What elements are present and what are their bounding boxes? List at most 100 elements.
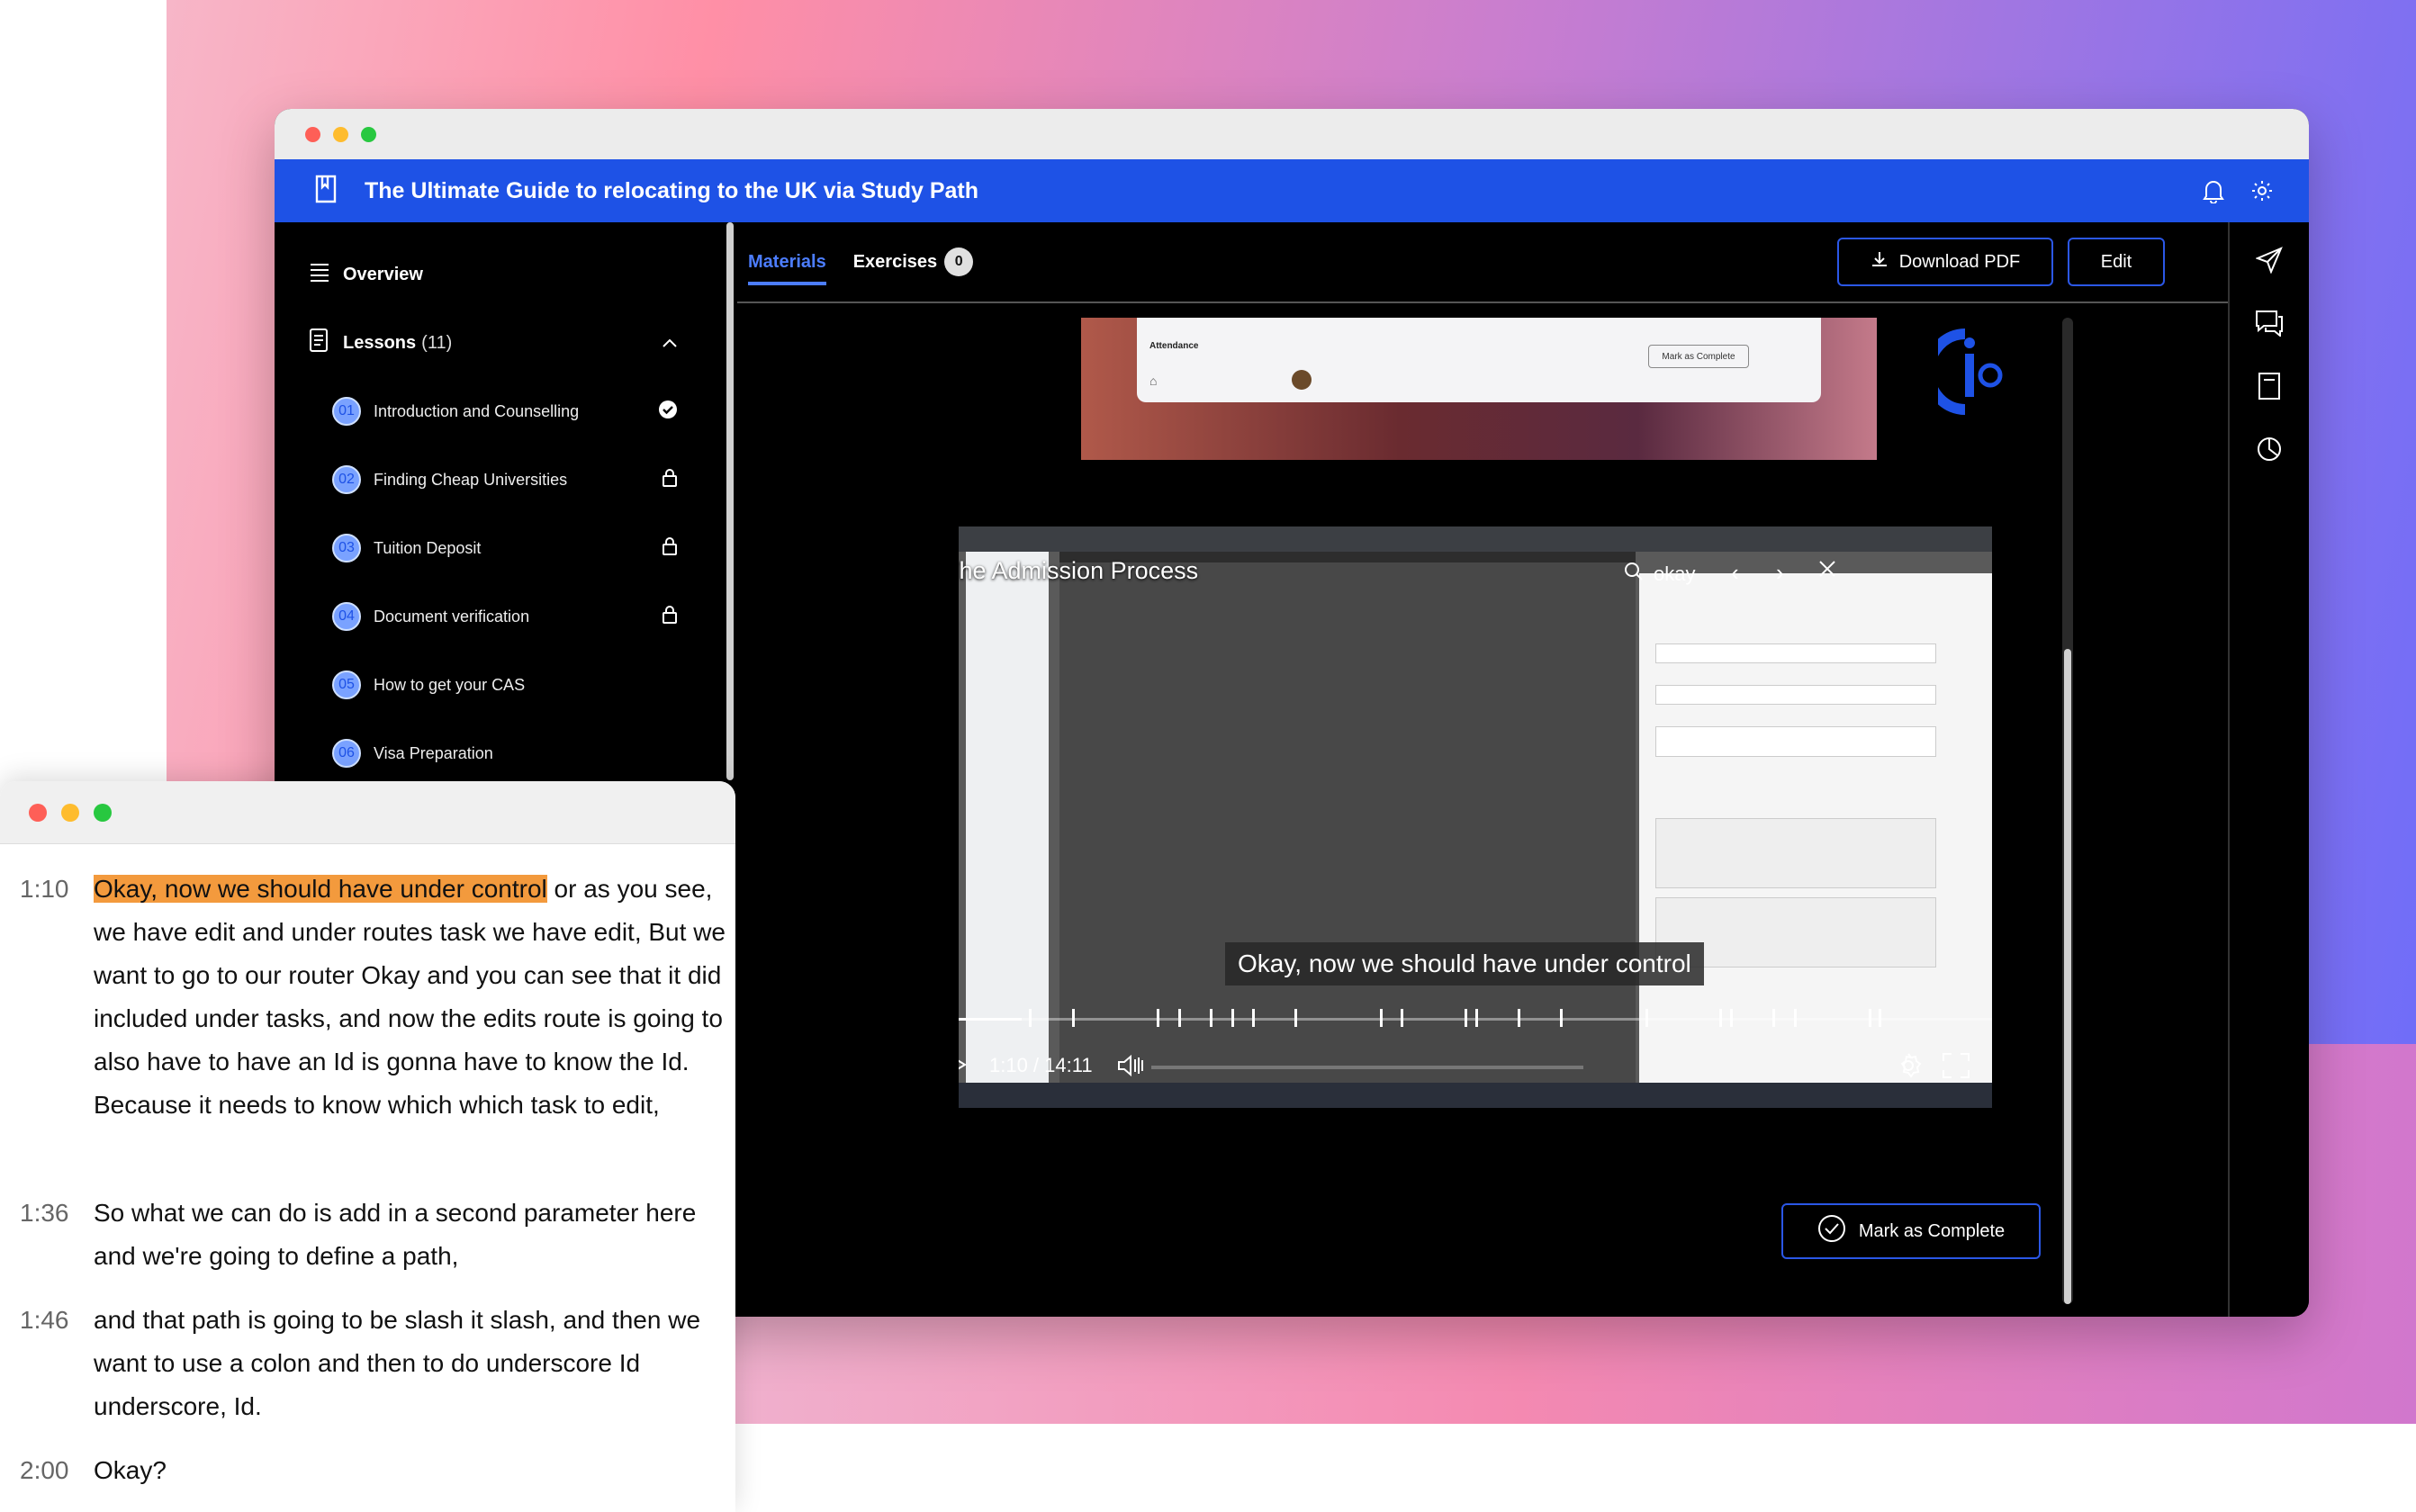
transcript-search[interactable]: okay [1623,561,1695,588]
lock-icon [662,605,678,629]
video-frame-topbar [959,526,1992,552]
lessons-icon [309,328,330,358]
sidebar-item-overview[interactable]: Overview [275,240,725,309]
transcript-segment[interactable]: 1:46 and that path is going to be slash … [20,1299,733,1428]
close-window-button[interactable] [305,126,320,142]
video-frame-filetree [966,552,1049,1083]
tab-materials[interactable]: Materials [748,242,826,285]
match-marker[interactable] [1029,1009,1032,1027]
tab-exercises[interactable]: Exercises 0 [852,242,974,282]
video-title: The Admission Process [959,557,1199,584]
transcript-segment[interactable]: 1:10 Okay, now we should have under cont… [20,868,733,1127]
transcript-segment[interactable]: 2:00 Okay? [20,1449,733,1492]
materials-panel: Attendance Mark as Complete ⌂ The Admiss… [737,305,2228,1317]
close-window-button[interactable] [29,803,47,822]
match-marker[interactable] [1772,1009,1776,1027]
video-frame-editor [1059,562,1636,1083]
match-marker[interactable] [1719,1009,1723,1027]
match-marker[interactable] [1157,1009,1159,1027]
match-marker[interactable] [1475,1009,1478,1027]
lock-icon [662,536,678,561]
lesson-item[interactable]: 04 Document verification [275,582,725,651]
edit-button[interactable]: Edit [2068,238,2165,286]
sidebar-scrollbar[interactable] [726,222,734,780]
search-prev-button[interactable]: ‹ [1731,559,1739,587]
match-marker[interactable] [1177,1009,1181,1027]
match-marker[interactable] [1071,1009,1075,1027]
maximize-window-button[interactable] [94,803,112,822]
video-progress-fill [959,1018,1023,1021]
match-marker[interactable] [1231,1009,1234,1027]
book-icon [314,175,338,208]
lesson-content: Materials Exercises 0 Download PDF Edit … [737,222,2228,1317]
video-controls: 1:10 / 14:11 [959,1048,1992,1084]
match-marker[interactable] [1401,1009,1404,1027]
video-caption: Okay, now we should have under control [1225,942,1704,986]
lesson-number: 04 [332,602,361,631]
search-next-button[interactable]: › [1776,559,1784,587]
match-marker[interactable] [1379,1009,1383,1027]
send-icon[interactable] [2251,242,2287,278]
mark-complete-label: Mark as Complete [1858,1220,2006,1241]
match-marker[interactable] [1794,1009,1797,1027]
lesson-item[interactable]: 01 Introduction and Counselling [275,377,725,446]
close-icon[interactable] [1817,557,1837,585]
scrollbar-thumb[interactable] [2064,649,2071,1304]
content-tabs: Materials Exercises 0 Download PDF Edit [737,222,2228,303]
play-icon[interactable] [959,1052,968,1083]
pie-chart-icon[interactable] [2251,431,2287,467]
lesson-title: Finding Cheap Universities [374,470,568,489]
notes-icon[interactable] [2251,368,2287,404]
download-pdf-button[interactable]: Download PDF [1837,238,2053,286]
search-input[interactable]: okay [1654,562,1695,586]
chat-icon[interactable] [2251,305,2287,341]
transcript-segment[interactable]: 1:36 So what we can do is add in a secon… [20,1192,733,1278]
segment-time: 1:36 [20,1199,69,1227]
thumbnail-card: Attendance Mark as Complete ⌂ [1137,318,1821,402]
video-player[interactable]: The Admission Process okay ‹ › Okay, now… [959,526,1992,1108]
maximize-window-button[interactable] [361,126,376,142]
check-circle-icon [1817,1214,1846,1248]
materials-scrollbar[interactable] [2062,318,2073,1304]
lessons-count: (11) [421,332,453,353]
bell-icon[interactable] [2195,173,2231,209]
match-marker[interactable] [1518,1009,1521,1027]
sidebar-item-lessons[interactable]: Lessons (11) [275,309,725,377]
tab-label: Materials [748,251,826,272]
sidebar-item-label: Lessons [343,332,417,353]
match-marker[interactable] [1730,1009,1734,1027]
lesson-item[interactable]: 06 Visa Preparation [275,719,725,788]
lesson-number: 02 [332,465,361,494]
lesson-item[interactable]: 05 How to get your CAS [275,651,725,719]
match-marker[interactable] [1294,1009,1298,1027]
window-chrome [0,781,735,844]
match-marker[interactable] [1879,1009,1882,1027]
lesson-title: Document verification [374,607,530,626]
minimize-window-button[interactable] [61,803,79,822]
match-marker[interactable] [1645,1009,1648,1027]
settings-icon[interactable] [1895,1052,1922,1084]
segment-time: 1:46 [20,1306,69,1334]
volume-icon[interactable] [1117,1054,1148,1083]
previous-video-thumbnail[interactable]: Attendance Mark as Complete ⌂ [1081,318,1877,460]
tab-label: Exercises [852,251,938,272]
minimize-window-button[interactable] [333,126,348,142]
lesson-item[interactable]: 03 Tuition Deposit [275,514,725,582]
match-marker[interactable] [1560,1009,1564,1027]
match-marker[interactable] [1465,1009,1468,1027]
list-icon [309,262,330,287]
match-marker[interactable] [1210,1009,1213,1027]
mark-complete-button[interactable]: Mark as Complete [1781,1203,2041,1259]
sun-icon[interactable] [2244,173,2280,209]
fullscreen-icon[interactable] [1942,1052,1970,1084]
lesson-number: 03 [332,534,361,562]
match-marker[interactable] [1252,1009,1256,1027]
match-marker[interactable] [1868,1009,1871,1027]
exercises-count-badge: 0 [944,248,974,276]
volume-track[interactable] [1151,1066,1583,1069]
chevron-up-icon[interactable] [662,333,678,354]
lesson-number: 01 [332,397,361,426]
lesson-item[interactable]: 02 Finding Cheap Universities [275,446,725,514]
avatar [1292,370,1312,390]
course-title: The Ultimate Guide to relocating to the … [365,177,979,203]
